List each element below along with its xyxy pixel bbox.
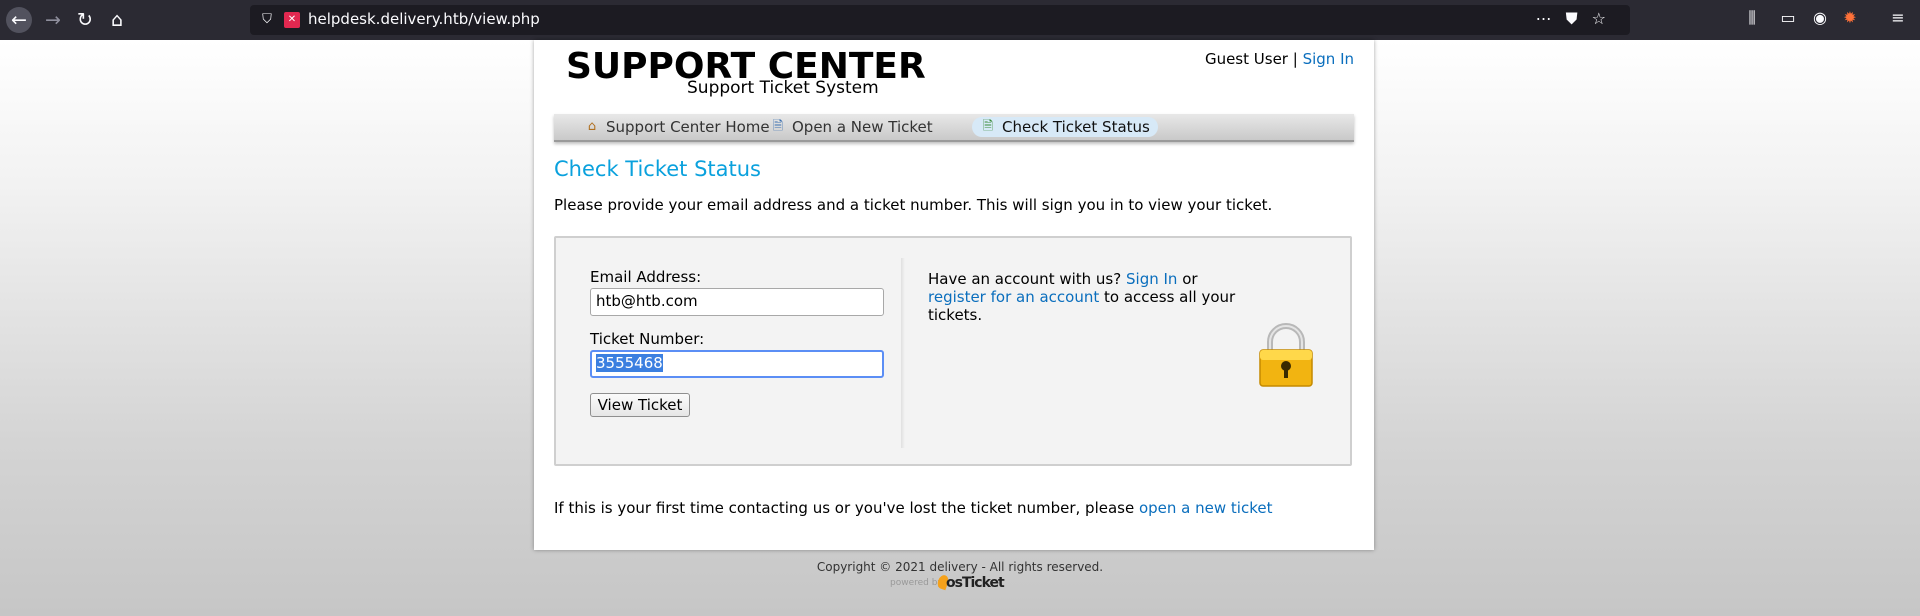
nav-item-label: Open a New Ticket <box>792 118 933 136</box>
page-actions-icons[interactable]: ⋯⛊☆ <box>1536 9 1620 29</box>
guest-user-label: Guest User | <box>1204 50 1298 68</box>
nav-item-home[interactable]: ⌂ Support Center Home <box>576 117 778 137</box>
library-icon[interactable]: ⫼ <box>1740 8 1764 28</box>
padlock-icon <box>1259 323 1313 387</box>
nav-item-check-status[interactable]: 🗎 Check Ticket Status <box>972 117 1158 137</box>
guest-area: Guest User | Sign In <box>1205 50 1354 68</box>
page-title: Check Ticket Status <box>554 157 761 181</box>
page-container: SUPPORT CENTER Support Ticket System Gue… <box>534 40 1374 550</box>
email-field[interactable]: htb@htb.com <box>590 288 884 316</box>
copyright: Copyright © 2021 delivery - All rights r… <box>816 560 1104 574</box>
menu-icon[interactable]: ≡ <box>1886 8 1910 27</box>
account-sign-in-link[interactable]: Sign In <box>1126 270 1177 288</box>
account-text: Have an account with us? Sign In or regi… <box>928 270 1258 324</box>
view-ticket-button[interactable]: View Ticket <box>590 393 690 417</box>
open-new-ticket-link[interactable]: open a new ticket <box>1139 499 1273 517</box>
nav-item-label: Support Center Home <box>606 118 770 136</box>
account-prefix: Have an account with us? <box>928 270 1122 288</box>
tracking-shield-icon[interactable]: ⛉ <box>258 11 276 29</box>
email-label: Email Address: <box>590 268 702 286</box>
main-nav: ⌂ Support Center Home 🗎 Open a New Ticke… <box>554 114 1354 142</box>
sidebar-icon[interactable]: ▭ <box>1776 8 1800 27</box>
reload-icon[interactable]: ↻ <box>72 7 98 33</box>
ticket-number-field[interactable]: 3555468 <box>590 350 884 378</box>
forward-arrow-icon[interactable]: → <box>40 7 66 33</box>
powered-by-label: powered by <box>890 578 943 588</box>
register-link[interactable]: register for an account <box>928 288 1099 306</box>
panel-divider <box>901 258 905 448</box>
account-icon[interactable]: ◉ <box>1808 8 1832 27</box>
home-icon: ⌂ <box>587 119 597 134</box>
url-text[interactable]: helpdesk.delivery.htb/view.php <box>308 10 540 28</box>
back-arrow-icon[interactable]: ← <box>6 7 32 33</box>
home-icon[interactable]: ⌂ <box>104 7 130 33</box>
browser-toolbar: ← → ↻ ⌂ ⛉ ✕ helpdesk.delivery.htb/view.p… <box>0 0 1920 40</box>
first-time-text: If this is your first time contacting us… <box>554 499 1272 517</box>
account-or: or <box>1182 270 1198 288</box>
ticket-number-value: 3555468 <box>596 354 663 372</box>
extension-icon[interactable]: ✹ <box>1838 8 1862 27</box>
osticket-brand: osTicket <box>946 575 1005 591</box>
nav-item-label: Check Ticket Status <box>1002 118 1150 136</box>
logo-subtitle: Support Ticket System <box>687 78 879 98</box>
nav-item-new-ticket[interactable]: 🗎 Open a New Ticket <box>762 117 941 137</box>
ticket-status-icon: 🗎 <box>982 119 994 134</box>
first-time-prefix: If this is your first time contacting us… <box>554 499 1135 517</box>
ticket-number-label: Ticket Number: <box>590 330 705 348</box>
intro-text: Please provide your email address and a … <box>554 196 1273 214</box>
new-ticket-icon: 🗎 <box>772 119 784 134</box>
header-sign-in-link[interactable]: Sign In <box>1303 50 1354 68</box>
login-panel: Email Address: htb@htb.com Ticket Number… <box>554 236 1352 466</box>
toolbar-right-icons: ⫼ ▭ ◉ ✹ ≡ <box>1740 8 1920 32</box>
powered-by[interactable]: powered by osTicket <box>890 573 1040 594</box>
url-bar[interactable]: ⛉ ✕ helpdesk.delivery.htb/view.php ⋯⛊☆ <box>250 5 1630 35</box>
insecure-lock-icon[interactable]: ✕ <box>284 12 300 28</box>
